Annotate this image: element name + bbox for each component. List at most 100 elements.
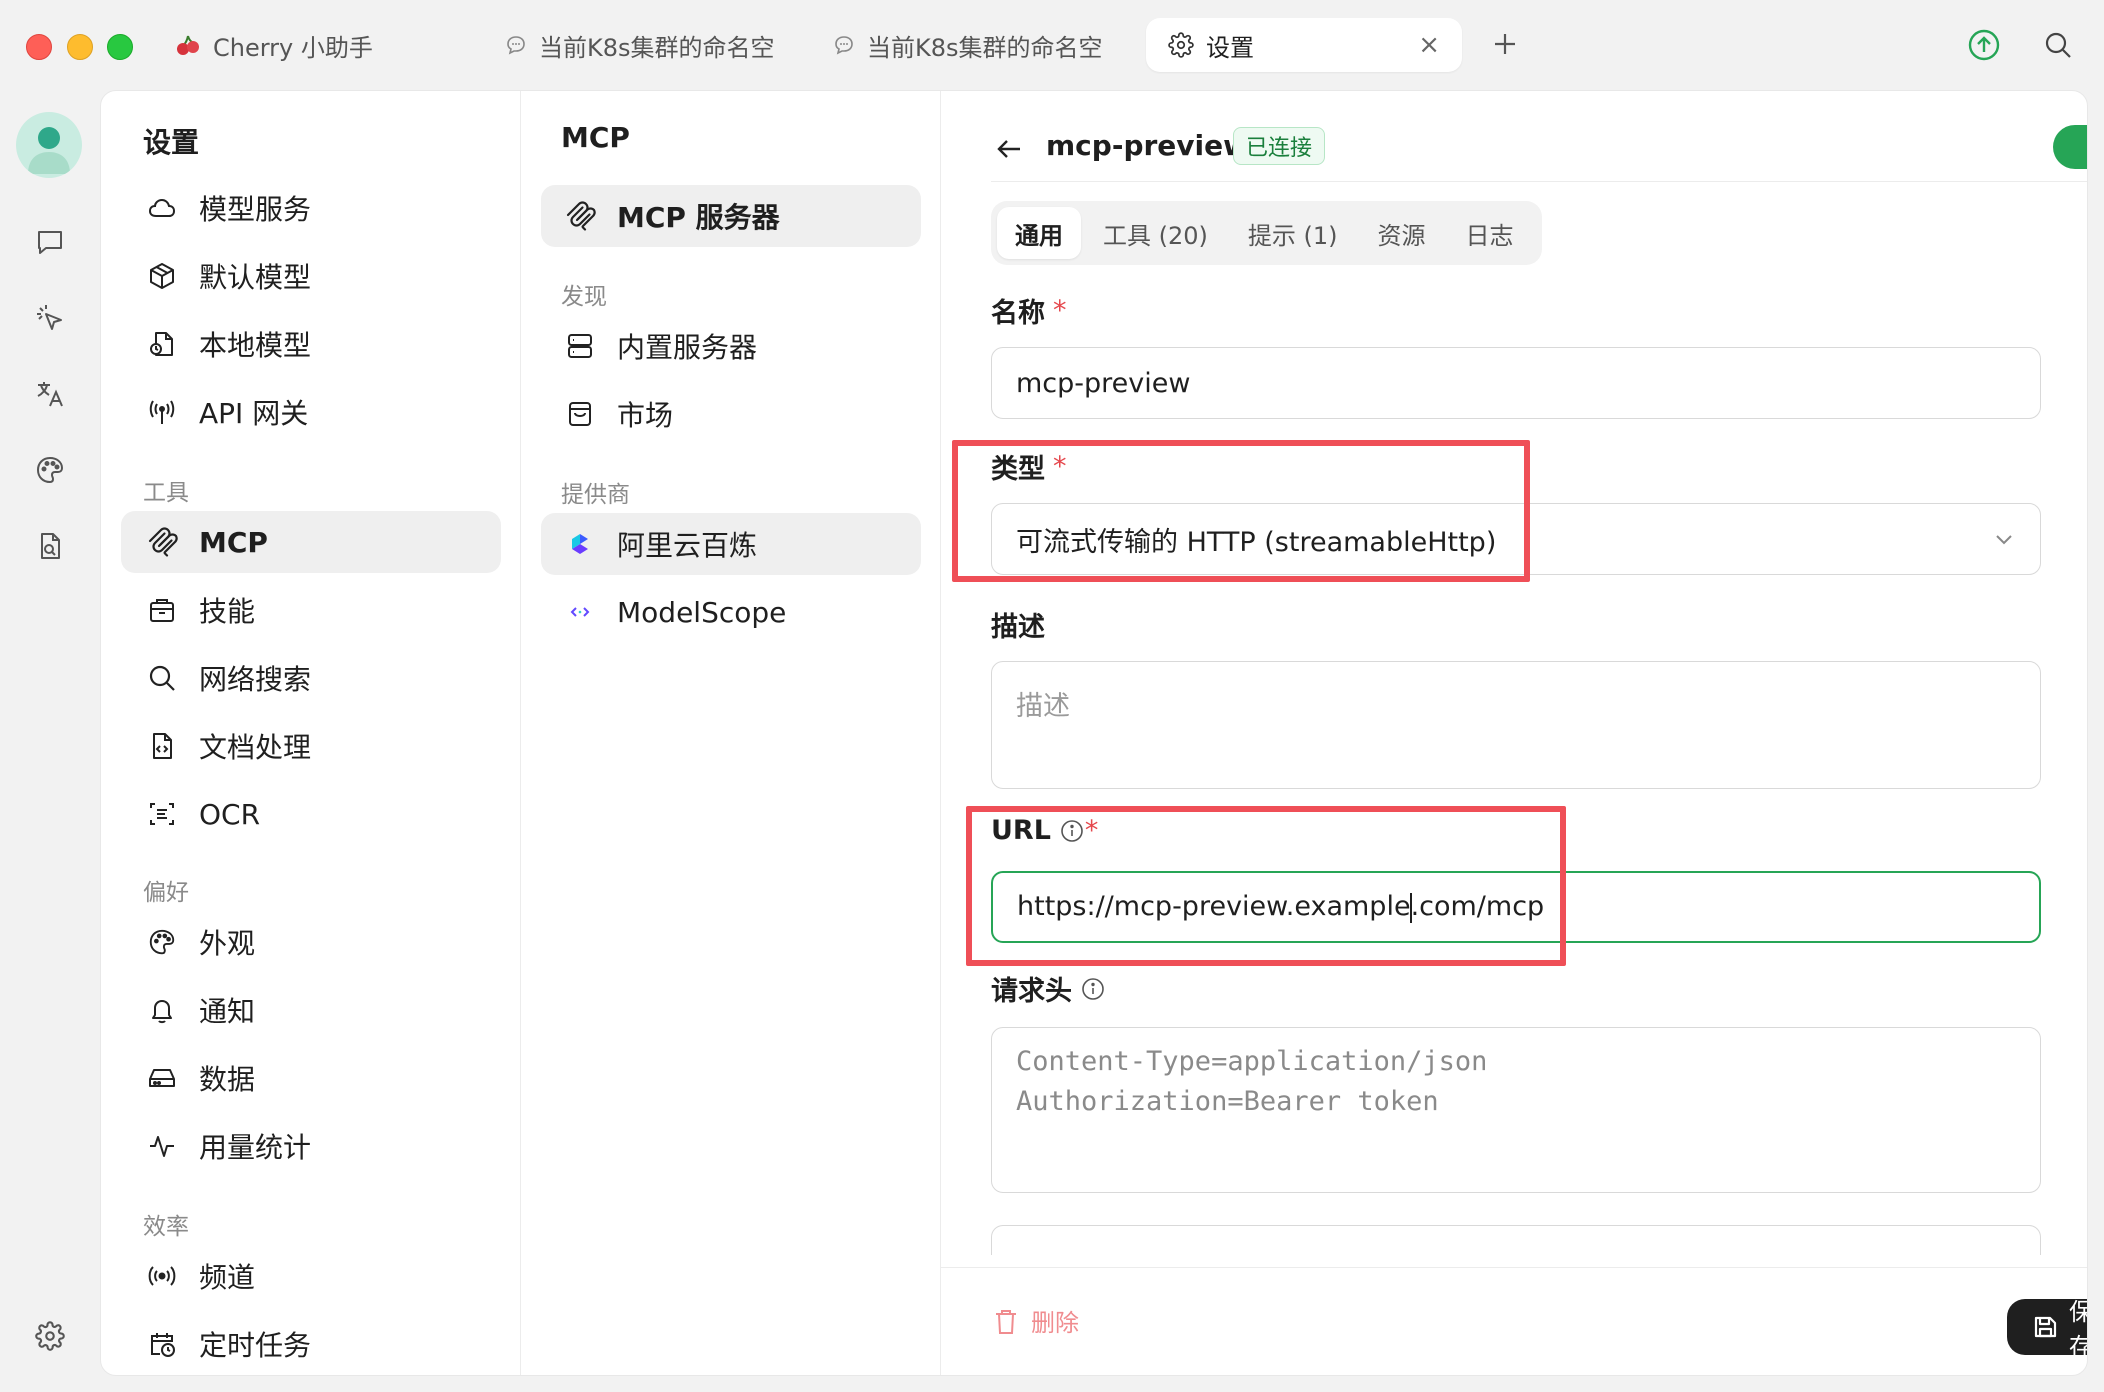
nav-item-label: MCP 服务器 <box>617 201 780 234</box>
settings-gear-icon[interactable] <box>28 1314 72 1358</box>
nav-item-builtin-servers[interactable]: 内置服务器 <box>541 315 921 377</box>
tab-logs[interactable]: 日志 <box>1448 207 1532 259</box>
chat-bubble-icon <box>833 34 855 56</box>
headers-label-text: 请求头 <box>991 976 1072 1007</box>
nav-item-skills[interactable]: 技能 <box>121 579 501 641</box>
translate-icon[interactable] <box>28 372 72 416</box>
detail-header: mcp-preview 已连接 <box>941 111 2087 185</box>
title-bar: Cherry 小助手 当前K8s集群的命名空 当前K8s集群的命名空 设置 × <box>0 0 2104 90</box>
nav-item-model-service[interactable]: 模型服务 <box>121 177 501 239</box>
nav-item-label: 市场 <box>617 399 674 432</box>
nav-item-document-processing[interactable]: 文档处理 <box>121 715 501 777</box>
header-divider <box>991 181 2087 182</box>
tab-prompts[interactable]: 提示 (1) <box>1230 207 1356 259</box>
cube-icon <box>145 259 179 293</box>
bailian-logo-icon <box>563 527 597 561</box>
nav-item-label: 数据 <box>199 1063 256 1096</box>
server-name: mcp-preview <box>1046 129 1249 162</box>
required-mark: * <box>1053 451 1067 482</box>
nav-item-ocr[interactable]: OCR <box>121 783 501 845</box>
nav-item-channels[interactable]: 频道 <box>121 1245 501 1307</box>
type-select[interactable]: 可流式传输的 HTTP (streamableHttp) <box>991 503 2041 575</box>
mcp-icon <box>563 199 597 233</box>
palette-icon[interactable] <box>28 448 72 492</box>
search-icon <box>145 661 179 695</box>
name-input[interactable]: mcp-preview <box>991 347 2041 419</box>
name-label: 名称 * <box>991 291 1067 330</box>
nav-item-label: MCP <box>199 525 268 559</box>
url-input[interactable]: https://mcp-preview.example.com/mcp <box>991 871 2041 943</box>
mcp-title: MCP <box>561 121 630 154</box>
maximize-window-button[interactable] <box>107 34 133 60</box>
nav-item-local-model[interactable]: 本地模型 <box>121 313 501 375</box>
nav-item-label: OCR <box>199 797 261 831</box>
headers-textarea[interactable]: Content-Type=application/json Authorizat… <box>991 1027 2041 1193</box>
bell-icon <box>145 993 179 1027</box>
shopping-bag-icon <box>563 397 597 431</box>
footer-divider <box>941 1267 2087 1268</box>
delete-button[interactable]: 删除 <box>991 1303 1079 1338</box>
close-window-button[interactable] <box>26 34 52 60</box>
tab-settings[interactable]: 设置 × <box>1146 18 1462 72</box>
description-label: 描述 <box>991 605 1045 644</box>
nav-item-modelscope[interactable]: ModelScope <box>541 581 921 643</box>
nav-item-label: 频道 <box>199 1261 256 1294</box>
nav-item-scheduled-tasks[interactable]: 定时任务 <box>121 1313 501 1375</box>
back-arrow-icon[interactable] <box>991 131 1027 167</box>
chat-icon[interactable] <box>28 220 72 264</box>
nav-item-label: 阿里云百炼 <box>617 529 758 562</box>
nav-item-api-gateway[interactable]: API 网关 <box>121 381 501 443</box>
nav-item-appearance[interactable]: 外观 <box>121 911 501 973</box>
nav-item-bailian[interactable]: 阿里云百炼 <box>541 513 921 575</box>
cherry-icon <box>175 32 201 58</box>
section-preferences: 偏好 <box>143 880 189 906</box>
status-badge: 已连接 <box>1233 127 1326 165</box>
broadcast-icon <box>145 1259 179 1293</box>
type-label-text: 类型 <box>991 454 1045 485</box>
settings-nav: 设置 模型服务 默认模型 本地模型 API 网关 工具 MCP 技能 网络搜索 … <box>101 91 521 1375</box>
tab-resources[interactable]: 资源 <box>1360 207 1444 259</box>
ocr-icon <box>145 797 179 831</box>
tab-chat-1[interactable]: 当前K8s集群的命名空 <box>505 18 775 72</box>
nav-item-mcp[interactable]: MCP <box>121 511 501 573</box>
local-model-icon <box>145 327 179 361</box>
search-icon[interactable] <box>2040 27 2076 63</box>
tab-tools[interactable]: 工具 (20) <box>1085 207 1226 259</box>
tab-chat-2[interactable]: 当前K8s集群的命名空 <box>833 18 1103 72</box>
upgrade-icon[interactable] <box>1966 27 2002 63</box>
nav-item-label: 默认模型 <box>199 261 312 294</box>
info-icon[interactable] <box>1059 818 1085 844</box>
tab-cherry-assistant[interactable]: Cherry 小助手 <box>175 18 435 72</box>
nav-item-default-model[interactable]: 默认模型 <box>121 245 501 307</box>
document-search-icon[interactable] <box>28 524 72 568</box>
nav-item-marketplace[interactable]: 市场 <box>541 383 921 445</box>
section-providers: 提供商 <box>561 482 630 508</box>
palette-icon <box>145 925 179 959</box>
nav-item-notifications[interactable]: 通知 <box>121 979 501 1041</box>
tab-title: 当前K8s集群的命名空 <box>867 33 1103 62</box>
headers-label: 请求头 <box>991 969 1106 1008</box>
nav-item-usage[interactable]: 用量统计 <box>121 1115 501 1177</box>
info-icon[interactable] <box>1080 976 1106 1002</box>
server-icon <box>563 329 597 363</box>
avatar[interactable] <box>16 112 82 178</box>
next-field-box <box>991 1225 2041 1255</box>
save-button[interactable]: 保存 <box>2007 1298 2087 1361</box>
save-label: 保存 <box>2069 1292 2087 1362</box>
server-enable-toggle[interactable] <box>2053 125 2087 169</box>
required-mark: * <box>1053 295 1067 326</box>
nav-item-label: 用量统计 <box>199 1131 312 1164</box>
description-textarea[interactable]: 描述 <box>991 661 2041 789</box>
close-tab-button[interactable]: × <box>1418 30 1440 60</box>
tab-general[interactable]: 通用 <box>997 207 1081 259</box>
nav-item-web-search[interactable]: 网络搜索 <box>121 647 501 709</box>
type-label: 类型 * <box>991 447 1067 486</box>
nav-item-mcp-servers[interactable]: MCP 服务器 <box>541 185 921 247</box>
agent-cursor-icon[interactable] <box>28 296 72 340</box>
delete-label: 删除 <box>1031 1309 1079 1337</box>
nav-item-data[interactable]: 数据 <box>121 1047 501 1109</box>
cloud-icon <box>145 191 179 225</box>
tab-title: 设置 <box>1206 33 1254 62</box>
minimize-window-button[interactable] <box>67 34 93 60</box>
new-tab-button[interactable] <box>1487 26 1523 62</box>
